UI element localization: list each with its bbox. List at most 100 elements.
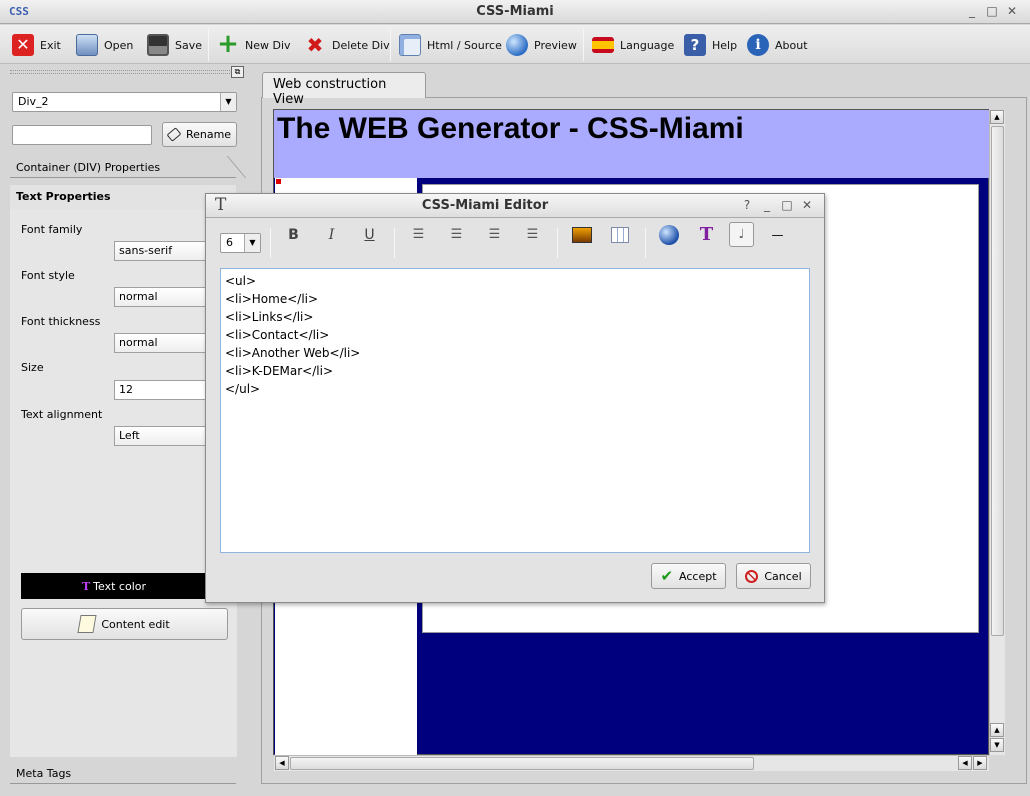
window-title: CSS-Miami xyxy=(476,4,554,19)
pencil-icon xyxy=(77,615,97,633)
new-div-label: New Div xyxy=(245,38,291,52)
div-selector-value: Div_2 xyxy=(18,95,49,108)
panel-grip[interactable] xyxy=(10,70,232,74)
open-icon xyxy=(76,34,98,56)
align-center-icon: ☰ xyxy=(450,227,463,242)
font-thickness-select[interactable]: normal xyxy=(114,333,206,353)
content-edit-label: Content edit xyxy=(101,617,170,631)
save-button[interactable]: Save xyxy=(147,31,202,59)
insert-image-icon xyxy=(571,226,592,243)
main-toolbar: ✕ Exit Open Save + New Div ✖ Delete Div … xyxy=(0,25,1030,64)
info-icon: i xyxy=(747,34,769,56)
chevron-down-icon: ▼ xyxy=(244,234,260,252)
undock-icon[interactable]: ⧉ xyxy=(231,66,244,78)
minimize-button[interactable]: _ xyxy=(965,4,979,18)
plus-icon: + xyxy=(217,29,239,59)
font-style-label: Font style xyxy=(21,269,75,282)
dialog-maximize-button[interactable]: □ xyxy=(780,198,794,212)
insert-image-button[interactable] xyxy=(569,222,594,247)
align-left-button[interactable]: ☰ xyxy=(406,222,431,247)
html-source-label: Html / Source xyxy=(427,38,502,52)
resize-handle[interactable] xyxy=(276,179,281,184)
delete-div-button[interactable]: ✖ Delete Div xyxy=(304,31,390,59)
insert-link-button[interactable] xyxy=(656,222,681,247)
scroll-left-icon[interactable]: ◀ xyxy=(275,756,289,770)
font-family-label: Font family xyxy=(21,223,83,236)
text-color-picker-button[interactable]: T xyxy=(694,222,719,247)
align-left-icon: ☰ xyxy=(412,227,425,242)
language-button[interactable]: Language xyxy=(592,31,674,59)
globe-icon xyxy=(506,34,528,56)
globe-icon xyxy=(658,224,679,245)
font-thickness-label: Font thickness xyxy=(21,315,101,328)
scroll-right-icon[interactable]: ▶ xyxy=(973,756,987,770)
text-color-label: Text color xyxy=(93,579,147,593)
text-color-icon: T xyxy=(699,224,714,245)
scroll-up-icon-2[interactable]: ▲ xyxy=(990,723,1004,737)
bold-button[interactable]: B xyxy=(281,222,306,247)
dialog-minimize-button[interactable]: _ xyxy=(760,198,774,212)
special-char-button[interactable]: ♩ xyxy=(729,222,754,247)
font-family-select[interactable]: sans-serif xyxy=(114,241,206,261)
div-selector[interactable]: Div_2 ▼ xyxy=(12,92,237,112)
open-button[interactable]: Open xyxy=(76,31,133,59)
scroll-left-icon-2[interactable]: ◀ xyxy=(958,756,972,770)
meta-tags-tab[interactable]: Meta Tags xyxy=(10,762,236,784)
save-label: Save xyxy=(175,38,203,52)
exit-icon: ✕ xyxy=(12,34,34,56)
cancel-button[interactable]: Cancel xyxy=(736,563,811,589)
accept-label: Accept xyxy=(679,569,717,583)
accept-button[interactable]: ✔ Accept xyxy=(651,563,726,589)
new-div-button[interactable]: + New Div xyxy=(217,29,291,59)
font-size-select[interactable]: 6 ▼ xyxy=(220,233,261,253)
insert-table-icon xyxy=(610,226,629,243)
html-source-button[interactable]: Html / Source xyxy=(399,31,502,59)
delete-icon: ✖ xyxy=(306,33,324,57)
dialog-help-button[interactable]: ? xyxy=(740,198,754,212)
about-button[interactable]: i About xyxy=(747,31,808,59)
preview-button[interactable]: Preview xyxy=(506,31,577,59)
horizontal-scroll-thumb[interactable] xyxy=(290,757,754,770)
text-color-icon: T xyxy=(81,579,91,593)
dialog-title: CSS-Miami Editor xyxy=(421,198,549,213)
scroll-up-icon[interactable]: ▲ xyxy=(990,110,1004,124)
font-style-select[interactable]: normal xyxy=(114,287,206,307)
horizontal-scrollbar[interactable]: ◀ ◀ ▶ xyxy=(274,755,989,771)
help-icon: ? xyxy=(684,34,706,56)
help-button[interactable]: ? Help xyxy=(684,31,737,59)
about-label: About xyxy=(775,38,808,52)
align-justify-button[interactable]: ☰ xyxy=(520,222,545,247)
checkmark-icon: ✔ xyxy=(660,567,674,585)
insert-table-button[interactable] xyxy=(607,222,632,247)
spain-flag-icon xyxy=(592,37,614,53)
html-editor-textarea[interactable]: <ul> <li>Home</li> <li>Links</li> <li>Co… xyxy=(220,268,810,553)
maximize-button[interactable]: □ xyxy=(985,4,999,18)
scroll-down-icon[interactable]: ▼ xyxy=(990,738,1004,752)
exit-button[interactable]: ✕ Exit xyxy=(12,31,61,59)
underline-button[interactable]: U xyxy=(357,222,382,247)
cancel-icon xyxy=(745,569,759,583)
save-icon xyxy=(147,34,169,56)
content-edit-button[interactable]: Content edit xyxy=(21,608,228,640)
rename-input[interactable] xyxy=(12,125,152,145)
vertical-scrollbar[interactable]: ▲ ▲ ▼ xyxy=(989,110,1005,755)
text-alignment-select[interactable]: Left xyxy=(114,426,206,446)
rename-button[interactable]: Rename xyxy=(162,122,237,147)
vertical-scroll-thumb[interactable] xyxy=(991,126,1004,636)
align-center-button[interactable]: ☰ xyxy=(444,222,469,247)
close-button[interactable]: ✕ xyxy=(1005,4,1019,18)
note-icon: ♩ xyxy=(738,227,745,242)
text-properties-tab[interactable]: Text Properties xyxy=(10,185,236,209)
tag-icon xyxy=(166,127,182,142)
text-alignment-label: Text alignment xyxy=(21,408,103,421)
horizontal-rule-button[interactable]: — xyxy=(765,222,790,247)
tab-web-construction-view[interactable]: Web construction View xyxy=(262,72,426,107)
dialog-close-button[interactable]: ✕ xyxy=(800,198,814,212)
size-input[interactable]: 12 xyxy=(114,380,206,400)
italic-button[interactable]: I xyxy=(319,222,344,247)
text-color-button[interactable]: T Text color xyxy=(21,573,207,599)
language-label: Language xyxy=(620,38,675,52)
align-right-button[interactable]: ☰ xyxy=(482,222,507,247)
header-text: The WEB Generator - CSS-Miami xyxy=(277,112,744,145)
exit-label: Exit xyxy=(40,38,61,52)
